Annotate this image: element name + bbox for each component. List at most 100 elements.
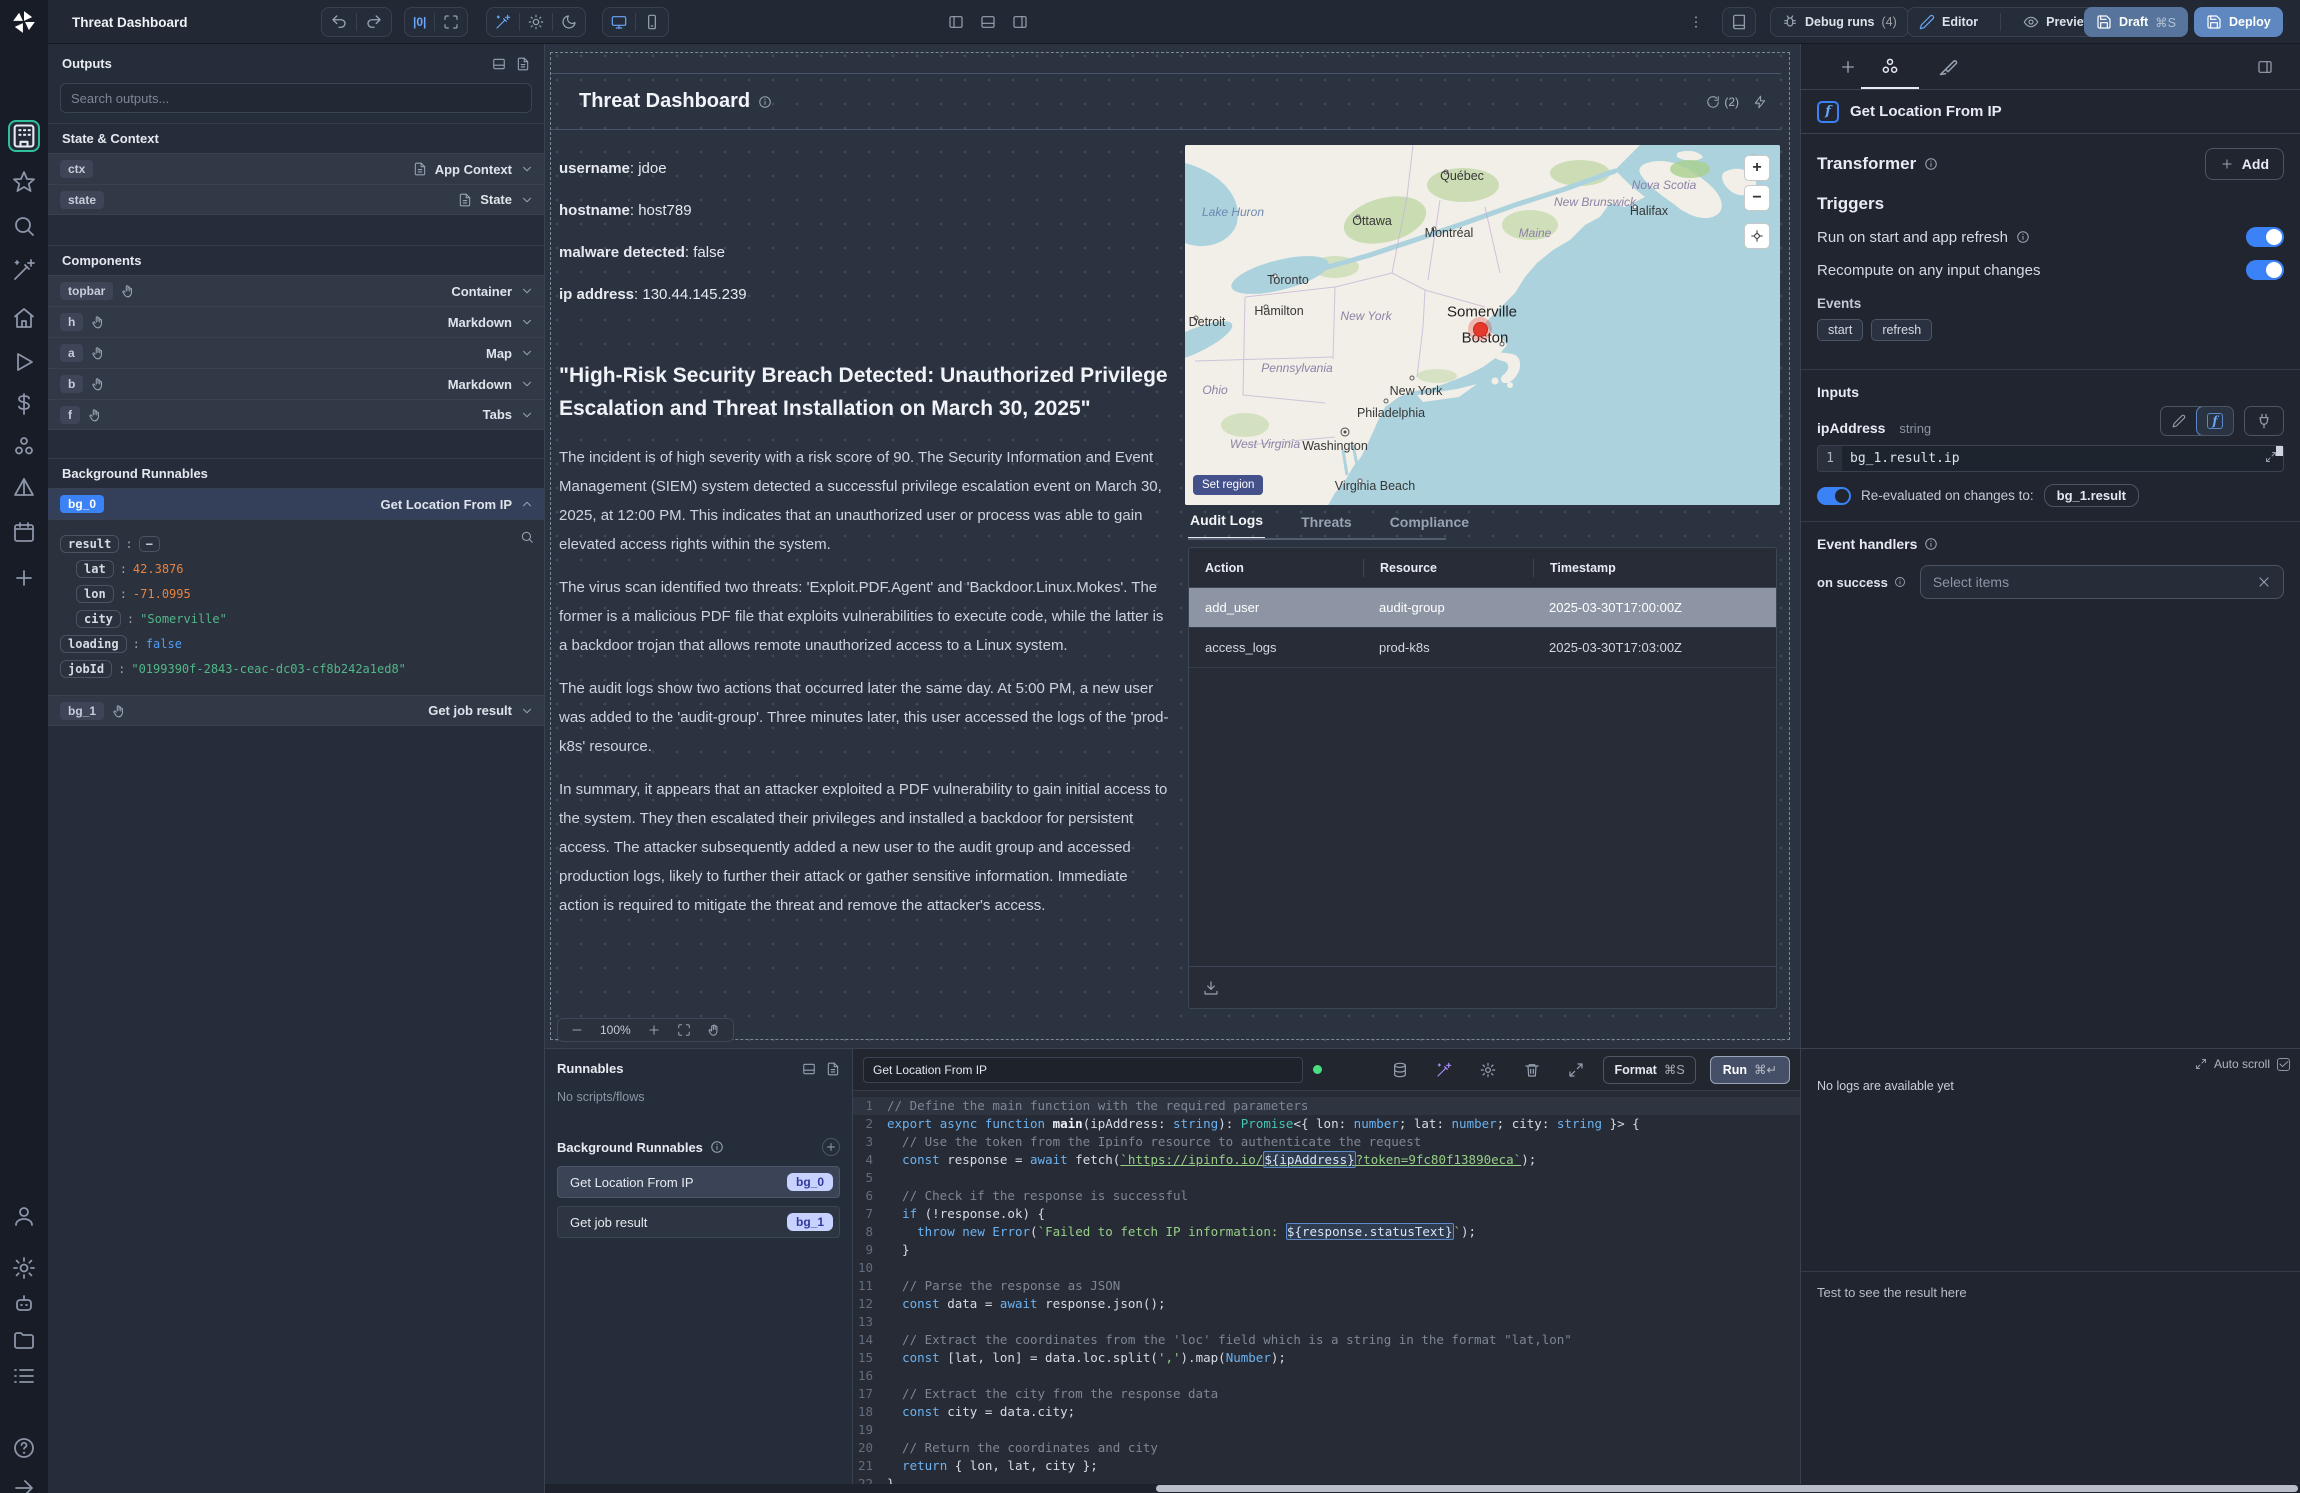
rail-bot-icon[interactable]	[12, 1292, 36, 1316]
map-locate-button[interactable]	[1744, 223, 1770, 249]
output-row-a[interactable]: aMap	[48, 337, 544, 368]
runnables-doc-icon[interactable]	[826, 1062, 840, 1076]
rail-nodes-icon[interactable]	[12, 434, 36, 458]
collapse-runnables-icon[interactable]	[802, 1062, 816, 1076]
collapse-node-button[interactable]: −	[139, 536, 160, 552]
format-button[interactable]: Format ⌘S	[1603, 1056, 1695, 1084]
trigger2-toggle[interactable]	[2246, 260, 2284, 280]
runnable-item-bg_1[interactable]: Get job resultbg_1	[557, 1206, 840, 1238]
event-badge-start[interactable]: start	[1817, 319, 1863, 341]
toggle-bottom-panel-icon[interactable]	[980, 14, 996, 30]
more-vertical-icon[interactable]	[1688, 14, 1704, 30]
fullscreen-icon[interactable]	[443, 14, 459, 30]
desktop-view-icon[interactable]	[611, 14, 627, 30]
result-search-icon[interactable]	[520, 530, 534, 544]
code-line[interactable]: 21 return { lon, lat, city };	[853, 1457, 1800, 1475]
zoom-in-icon[interactable]	[647, 1023, 661, 1037]
dark-mode-icon[interactable]	[561, 14, 577, 30]
output-row-b[interactable]: bMarkdown	[48, 368, 544, 399]
rail-star-icon[interactable]	[12, 170, 36, 194]
output-row-h[interactable]: hMarkdown	[48, 306, 544, 337]
refresh-icon[interactable]	[1706, 95, 1720, 109]
output-row-ctx[interactable]: ctxApp Context	[48, 153, 544, 184]
ai-wand-icon[interactable]	[1436, 1062, 1452, 1078]
toggle-left-panel-icon[interactable]	[948, 14, 964, 30]
event-badge-refresh[interactable]: refresh	[1871, 319, 1932, 341]
tab-threats[interactable]: Threats	[1299, 514, 1354, 539]
rail-play-icon[interactable]	[12, 350, 36, 374]
on-success-select[interactable]: Select items	[1920, 565, 2284, 599]
rail-folder-icon[interactable]	[12, 1328, 36, 1352]
collapse-inspector[interactable]	[2236, 44, 2294, 89]
rail-user-icon[interactable]	[12, 1204, 36, 1228]
redo-icon[interactable]	[365, 13, 383, 31]
outputs-doc-icon[interactable]	[516, 57, 530, 71]
search-input[interactable]	[60, 83, 532, 113]
expand-logs-icon[interactable]	[2195, 1058, 2207, 1070]
map-component[interactable]: QuébecMontréalOttawaTorontoHamiltonDetro…	[1185, 145, 1780, 505]
code-line[interactable]: 16	[853, 1367, 1800, 1385]
result-key-jobId[interactable]: jobId:"0199390f-2843-ceac-dc03-cf8b242a1…	[60, 660, 534, 678]
static-mode-button[interactable]	[2161, 407, 2197, 435]
tab-audit-logs[interactable]: Audit Logs	[1188, 512, 1265, 539]
code-line[interactable]: 7 if (!response.ok) {	[853, 1205, 1800, 1223]
run-button[interactable]: Run ⌘↵	[1710, 1056, 1790, 1084]
reeval-toggle[interactable]	[1817, 487, 1851, 505]
reeval-badge[interactable]: bg_1.result	[2044, 484, 2139, 507]
code-line[interactable]: 3 // Use the token from the Ipinfo resou…	[853, 1133, 1800, 1151]
chevron-down-icon[interactable]	[520, 162, 534, 176]
code-line[interactable]: 1// Define the main function with the re…	[853, 1097, 1800, 1115]
light-mode-icon[interactable]	[528, 14, 544, 30]
map-zoom-in-button[interactable]: +	[1744, 155, 1770, 181]
styling-tab[interactable]	[1919, 44, 1977, 89]
code-line[interactable]: 10	[853, 1259, 1800, 1277]
bg1-output-row[interactable]: bg_1 Get job result	[48, 695, 544, 726]
rail-list-icon[interactable]	[12, 1364, 36, 1388]
scrollbar-thumb[interactable]	[1156, 1485, 2298, 1492]
code-line[interactable]: 15 const [lat, lon] = data.loc.split(','…	[853, 1349, 1800, 1367]
clear-selection-icon[interactable]	[2257, 575, 2271, 589]
rail-gear-icon[interactable]	[12, 1256, 36, 1280]
result-key-lon[interactable]: lon:-71.0995	[76, 585, 534, 603]
delete-icon[interactable]	[1524, 1062, 1540, 1078]
result-key-city[interactable]: city:"Somerville"	[76, 610, 534, 628]
set-region-button[interactable]: Set region	[1193, 475, 1263, 495]
tab-compliance[interactable]: Compliance	[1388, 514, 1471, 539]
code-line[interactable]: 20 // Return the coordinates and city	[853, 1439, 1800, 1457]
rail-home-icon[interactable]	[12, 306, 36, 330]
connect-button[interactable]	[2244, 406, 2284, 436]
docs-button[interactable]	[1722, 7, 1756, 37]
debug-runs-button[interactable]: Debug runs (4)	[1770, 7, 1909, 37]
rail-search-icon[interactable]	[12, 214, 36, 238]
script-name-input[interactable]	[863, 1057, 1303, 1083]
column-header-timestamp[interactable]: Timestamp	[1533, 559, 1776, 577]
chevron-down-icon[interactable]	[520, 408, 534, 422]
table-row[interactable]: access_logsprod-k8s2025-03-30T17:03:00Z	[1189, 628, 1776, 668]
table-row[interactable]: add_useraudit-group2025-03-30T17:00:00Z	[1189, 588, 1776, 628]
rail-plus-icon[interactable]	[12, 566, 36, 590]
map-zoom-out-button[interactable]: −	[1744, 185, 1770, 211]
code-line[interactable]: 5	[853, 1169, 1800, 1187]
undo-icon[interactable]	[330, 13, 348, 31]
chevron-down-icon[interactable]	[520, 284, 534, 298]
deploy-button[interactable]: Deploy	[2194, 7, 2283, 37]
chevron-down-icon[interactable]	[520, 377, 534, 391]
download-icon[interactable]	[1203, 980, 1219, 996]
result-key-loading[interactable]: loading:false	[60, 635, 534, 653]
code-line[interactable]: 12 const data = await response.json();	[853, 1295, 1800, 1313]
code-line[interactable]: 14 // Extract the coordinates from the '…	[853, 1331, 1800, 1349]
chevron-down-icon[interactable]	[520, 346, 534, 360]
zoom-out-icon[interactable]	[570, 1023, 584, 1037]
rail-app-icon[interactable]	[8, 120, 40, 152]
column-header-resource[interactable]: Resource	[1363, 559, 1533, 577]
chevron-up-icon[interactable]	[520, 497, 534, 511]
windmill-logo[interactable]	[0, 0, 48, 44]
rail-arrow-right-icon[interactable]	[12, 1476, 36, 1493]
expression-input[interactable]: 1 bg_1.result.ip	[1817, 445, 2284, 472]
code-line[interactable]: 8 throw new Error(`Failed to fetch IP in…	[853, 1223, 1800, 1241]
code-line[interactable]: 13	[853, 1313, 1800, 1331]
app-canvas[interactable]: Threat Dashboard (2) username: jdoehostn…	[545, 44, 1800, 1048]
editor-tab[interactable]: Editor	[1908, 8, 1989, 36]
runnable-item-bg_0[interactable]: Get Location From IPbg_0	[557, 1166, 840, 1198]
rail-dollar-icon[interactable]	[12, 392, 36, 416]
